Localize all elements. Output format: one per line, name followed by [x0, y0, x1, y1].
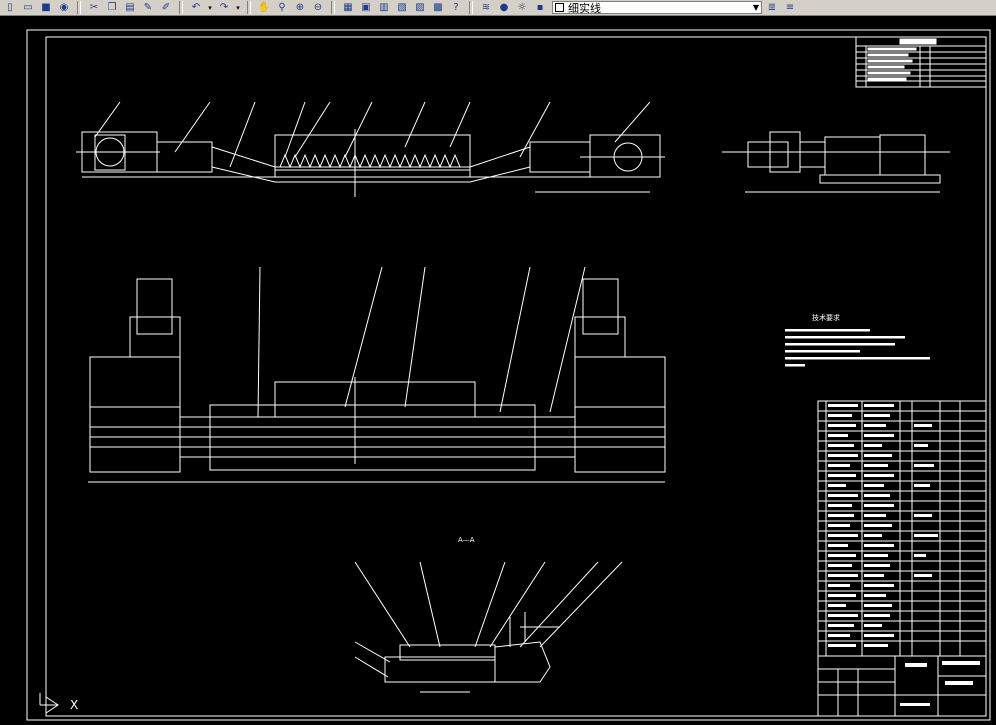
- plot-icon[interactable]: ◉: [56, 1, 72, 15]
- zoom-previous-icon[interactable]: ⊖: [310, 1, 326, 15]
- linetype-select[interactable]: 细实线 ▼: [552, 1, 762, 15]
- cut-icon[interactable]: ✂: [86, 1, 102, 15]
- standard-toolbar: ▯ ▭ ■ ◉ ✂ ❐ ▤ ✎ ✐ ↶ ▾ ↷ ▾ ✋ ⚲ ⊕ ⊖ ▦ ▣ ▥ ▧ ▨ ▩? ≋ ● ☼ ▪ 细实线 ▼ ≣ ≡: [0, 0, 996, 16]
- zoom-realtime-icon[interactable]: ⚲: [274, 1, 290, 15]
- front-elevation-view: [76, 101, 665, 197]
- tech-requirements-lines: [785, 329, 930, 367]
- toolbar-separator: [77, 1, 81, 14]
- ucs-x-label: X: [70, 698, 78, 712]
- zoom-window-icon[interactable]: ⊕: [292, 1, 308, 15]
- side-view: [722, 131, 950, 193]
- block-editor-icon[interactable]: ✐: [158, 1, 174, 15]
- sheet-set-icon[interactable]: ▧: [394, 1, 410, 15]
- toolbar-separator: [331, 1, 335, 14]
- paste-icon[interactable]: ▤: [122, 1, 138, 15]
- undo-dropdown-arrow-icon[interactable]: ▾: [206, 4, 214, 12]
- section-label: A—A: [458, 536, 475, 544]
- linetype-dropdown-arrow-icon[interactable]: ▼: [753, 2, 759, 14]
- undo-icon[interactable]: ↶: [188, 1, 204, 15]
- layer-manager-icon[interactable]: ≋: [478, 1, 494, 15]
- parameter-table: [855, 36, 987, 88]
- layer-previous-icon[interactable]: ≣: [764, 1, 780, 15]
- save-icon[interactable]: ■: [38, 1, 54, 15]
- drawing-canvas[interactable]: A—A 技术要求 X: [0, 17, 996, 725]
- tech-requirements-title: 技术要求: [812, 313, 840, 322]
- plan-view: [88, 266, 666, 483]
- properties-icon[interactable]: ▦: [340, 1, 356, 15]
- tool-palettes-icon[interactable]: ▥: [376, 1, 392, 15]
- toolbar-separator: [469, 1, 473, 14]
- title-block: [817, 655, 987, 717]
- bill-of-materials: [817, 400, 987, 657]
- toolbar-separator: [247, 1, 251, 14]
- pan-icon[interactable]: ✋: [256, 1, 272, 15]
- design-center-icon[interactable]: ▣: [358, 1, 374, 15]
- copy-icon[interactable]: ❐: [104, 1, 120, 15]
- calculator-icon[interactable]: ▩: [430, 1, 446, 15]
- markup-icon[interactable]: ▨: [412, 1, 428, 15]
- layer-states-icon[interactable]: ≡: [782, 1, 798, 15]
- new-file-icon[interactable]: ▯: [2, 1, 18, 15]
- linetype-swatch-icon: [555, 3, 564, 12]
- redo-icon[interactable]: ↷: [216, 1, 232, 15]
- linetype-value: 细实线: [568, 1, 601, 15]
- redo-dropdown-arrow-icon[interactable]: ▾: [234, 4, 242, 12]
- toolbar-separator: [179, 1, 183, 14]
- open-file-icon[interactable]: ▭: [20, 1, 36, 15]
- section-view: [354, 561, 623, 693]
- layer-on-icon[interactable]: ●: [496, 1, 512, 15]
- match-properties-icon[interactable]: ✎: [140, 1, 156, 15]
- help-icon[interactable]: ?: [448, 1, 464, 15]
- ucs-icon: [39, 693, 59, 714]
- layer-lock-icon[interactable]: ▪: [532, 1, 548, 15]
- layer-freeze-icon[interactable]: ☼: [514, 1, 530, 15]
